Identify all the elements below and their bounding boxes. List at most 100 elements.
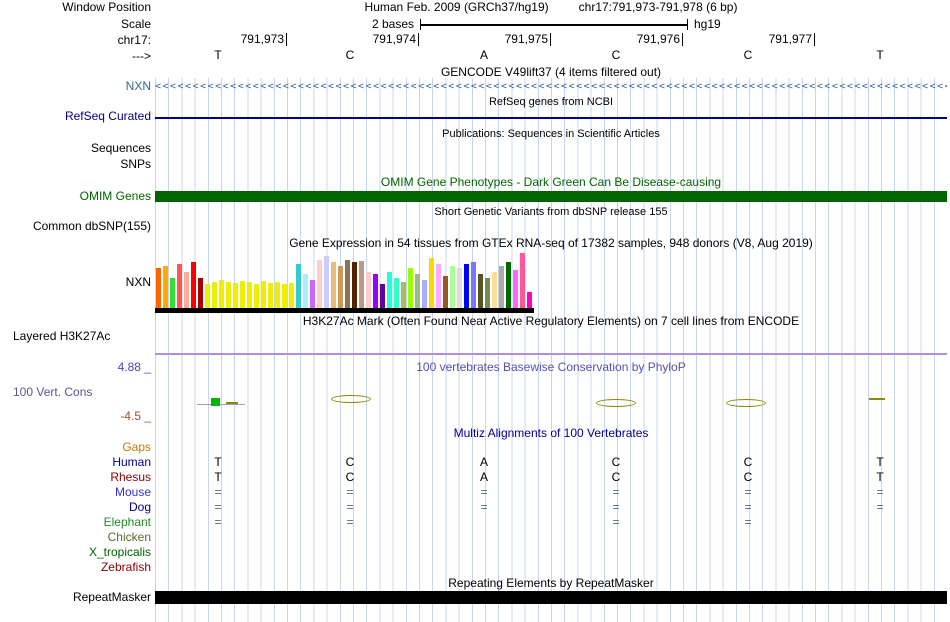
gtex-expression-bar[interactable] xyxy=(163,266,168,308)
gtex-expression-bar[interactable] xyxy=(387,272,392,308)
gtex-expression-bar[interactable] xyxy=(268,283,273,308)
gtex-expression-bar[interactable] xyxy=(394,278,399,308)
gtex-expression-bar[interactable] xyxy=(324,256,329,308)
gtex-expression-bar[interactable] xyxy=(331,262,336,308)
gtex-expression-bar[interactable] xyxy=(422,280,427,308)
scale-label: Scale xyxy=(120,17,151,31)
species-label-rhesus[interactable]: Rhesus xyxy=(0,471,151,484)
ruler-base: C xyxy=(611,48,621,62)
gtex-expression-bar[interactable] xyxy=(359,261,364,308)
gtex-expression-bar[interactable] xyxy=(527,292,532,308)
repeatmasker-item[interactable] xyxy=(155,591,947,604)
alignment-cell-dog: = xyxy=(612,500,620,514)
species-label-x-tropicalis[interactable]: X_tropicalis xyxy=(0,546,151,559)
species-label-dog[interactable]: Dog xyxy=(0,501,151,514)
publications-sequences-label[interactable]: Sequences xyxy=(0,142,151,155)
gtex-expression-bar[interactable] xyxy=(485,278,490,308)
gtex-expression-bar[interactable] xyxy=(450,266,455,308)
gencode-item-label[interactable]: NXN xyxy=(0,80,151,93)
gtex-expression-bar[interactable] xyxy=(443,276,448,308)
gtex-expression-bar[interactable] xyxy=(464,264,469,308)
gtex-baseline-bar[interactable] xyxy=(155,308,534,313)
gtex-expression-bar[interactable] xyxy=(289,283,294,308)
gtex-gene-label[interactable]: NXN xyxy=(0,276,151,289)
species-label-chicken[interactable]: Chicken xyxy=(0,531,151,544)
gtex-expression-bar[interactable] xyxy=(247,282,252,308)
coordinate-tick: 791,974 xyxy=(355,33,419,46)
species-label-mouse[interactable]: Mouse xyxy=(0,486,151,499)
gtex-expression-bar[interactable] xyxy=(373,274,378,308)
gtex-expression-bar[interactable] xyxy=(520,253,525,308)
conservation-track-label[interactable]: 100 Vert. Cons xyxy=(0,386,151,399)
gtex-expression-bar[interactable] xyxy=(317,260,322,308)
gtex-expression-bar[interactable] xyxy=(366,272,371,308)
nxn-gene-reverse-strand-line[interactable]: <<<<<<<<<<<<<<<<<<<<<<<<<<<<<<<<<<<<<<<<… xyxy=(155,81,947,93)
gtex-expression-bar[interactable] xyxy=(345,260,350,308)
gtex-expression-bar[interactable] xyxy=(506,262,511,308)
gtex-expression-bar[interactable] xyxy=(254,284,259,308)
gtex-expression-bar[interactable] xyxy=(380,284,385,308)
gtex-expression-bar[interactable] xyxy=(275,282,280,308)
gtex-expression-bar[interactable] xyxy=(191,262,196,308)
gtex-expression-bar[interactable] xyxy=(233,283,238,308)
gtex-expression-bar[interactable] xyxy=(415,274,420,308)
conservation-mark xyxy=(331,395,371,403)
gtex-expression-bar[interactable] xyxy=(352,262,357,308)
gtex-expression-bar[interactable] xyxy=(401,282,406,308)
gtex-expression-bar[interactable] xyxy=(226,282,231,308)
gtex-expression-bar[interactable] xyxy=(198,278,203,308)
gtex-expression-bar[interactable] xyxy=(296,264,301,308)
repeatmasker-track-title[interactable]: Repeating Elements by RepeatMasker xyxy=(155,577,947,590)
alignment-cell-human: C xyxy=(743,455,753,469)
gtex-expression-bar[interactable] xyxy=(184,272,189,308)
gtex-expression-bar[interactable] xyxy=(261,281,266,308)
gtex-expression-bar[interactable] xyxy=(338,266,343,308)
gtex-track-title[interactable]: Gene Expression in 54 tissues from GTEx … xyxy=(155,237,947,250)
refseq-gene-line[interactable] xyxy=(155,117,947,119)
publications-snps-label[interactable]: SNPs xyxy=(0,158,151,171)
gtex-expression-bar[interactable] xyxy=(492,272,497,308)
gtex-expression-bar[interactable] xyxy=(240,281,245,308)
repeatmasker-track-label[interactable]: RepeatMasker xyxy=(0,591,151,604)
publications-track-title[interactable]: Publications: Sequences in Scientific Ar… xyxy=(155,128,947,141)
omim-genes-label[interactable]: OMIM Genes xyxy=(0,190,151,203)
species-label-elephant[interactable]: Elephant xyxy=(0,516,151,529)
gtex-expression-bar[interactable] xyxy=(478,274,483,308)
gtex-expression-bar[interactable] xyxy=(303,274,308,308)
gtex-expression-bar[interactable] xyxy=(205,284,210,308)
gtex-expression-bar[interactable] xyxy=(499,266,504,308)
gtex-expression-bar[interactable] xyxy=(471,262,476,308)
gtex-expression-bar[interactable] xyxy=(429,258,434,308)
refseq-track-title[interactable]: RefSeq genes from NCBI xyxy=(155,96,947,109)
alignment-cell-rhesus: C xyxy=(611,470,621,484)
gtex-expression-bar[interactable] xyxy=(156,268,161,308)
gtex-expression-bar[interactable] xyxy=(170,278,175,308)
gtex-expression-bar[interactable] xyxy=(457,268,462,308)
gtex-expression-bar[interactable] xyxy=(177,264,182,308)
window-position-title: Human Feb. 2009 (GRCh37/hg19) chr17:791,… xyxy=(155,1,947,14)
dbsnp-track-label[interactable]: Common dbSNP(155) xyxy=(0,220,151,233)
multiz-track-title[interactable]: Multiz Alignments of 100 Vertebrates xyxy=(155,427,947,440)
h3k27ac-track-label[interactable]: Layered H3K27Ac xyxy=(0,330,151,343)
gtex-expression-bar[interactable] xyxy=(219,280,224,308)
gtex-expression-bar[interactable] xyxy=(436,264,441,308)
alignment-cell-human: T xyxy=(876,455,884,469)
genome-browser-image: Window Position Human Feb. 2009 (GRCh37/… xyxy=(0,0,950,622)
refseq-curated-label[interactable]: RefSeq Curated xyxy=(0,110,151,123)
conservation-mark xyxy=(211,398,220,406)
dbsnp-track-title[interactable]: Short Genetic Variants from dbSNP releas… xyxy=(155,206,947,219)
gtex-expression-bar[interactable] xyxy=(212,282,217,308)
species-label-zebrafish[interactable]: Zebrafish xyxy=(0,561,151,574)
species-label-human[interactable]: Human xyxy=(0,456,151,469)
gencode-track-title[interactable]: GENCODE V49lift37 (4 items filtered out) xyxy=(155,66,947,79)
conservation-track-title[interactable]: 100 vertebrates Basewise Conservation by… xyxy=(155,361,947,374)
omim-track-title[interactable]: OMIM Gene Phenotypes - Dark Green Can Be… xyxy=(155,176,947,189)
gtex-expression-bar[interactable] xyxy=(408,268,413,308)
scale-bar xyxy=(420,24,688,26)
omim-gene-item[interactable] xyxy=(155,191,947,202)
gtex-expression-bar[interactable] xyxy=(310,280,315,308)
h3k27ac-track-title[interactable]: H3K27Ac Mark (Often Found Near Active Re… xyxy=(155,315,947,328)
species-label-gaps[interactable]: Gaps xyxy=(0,441,151,454)
gtex-expression-bar[interactable] xyxy=(513,270,518,308)
gtex-expression-bar[interactable] xyxy=(282,284,287,308)
